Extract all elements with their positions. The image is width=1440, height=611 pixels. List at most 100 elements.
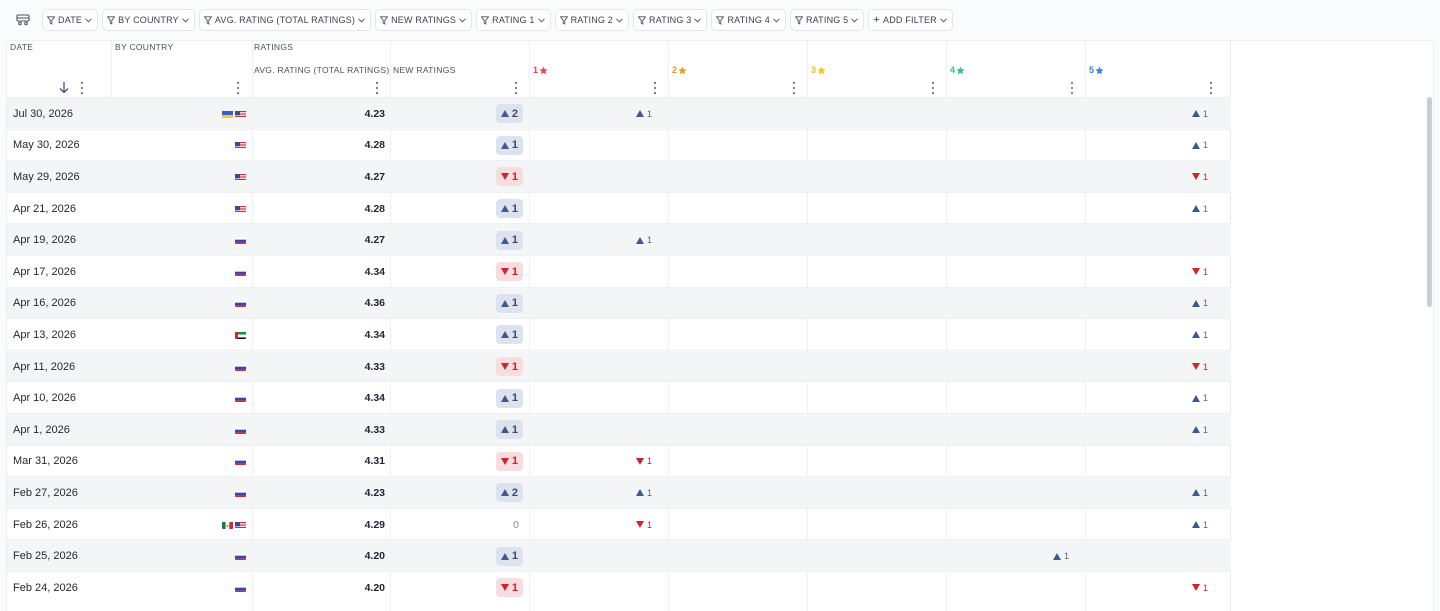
rating-4-cell bbox=[947, 224, 1077, 256]
flag-ru-icon bbox=[235, 363, 246, 371]
rating-2-cell bbox=[669, 256, 799, 288]
rating-5-cell: 1 bbox=[1086, 477, 1216, 509]
table-row[interactable]: Apr 10, 2026 4.34 1 1 bbox=[7, 381, 1231, 413]
table-row[interactable]: Apr 21, 2026 4.28 1 1 bbox=[7, 191, 1231, 225]
date-column-menu-icon[interactable] bbox=[80, 82, 84, 94]
new-ratings-cell: 1 bbox=[391, 572, 523, 604]
new-ratings-badge: 1 bbox=[495, 199, 523, 219]
table-row[interactable]: Apr 1, 2026 4.33 1 1 bbox=[7, 413, 1231, 445]
column-group-ratings: RATINGS bbox=[254, 42, 294, 52]
flag-ae-icon bbox=[235, 331, 246, 339]
column-header-rating-1[interactable]: 1 bbox=[533, 63, 548, 77]
rating-1-cell: 1 bbox=[530, 477, 660, 509]
rating-1-column-menu-icon[interactable] bbox=[653, 82, 657, 94]
avg-rating-cell: 4.28 bbox=[364, 202, 385, 215]
table-row[interactable]: Jul 30, 2026 4.23 2 1 1 bbox=[7, 97, 1231, 129]
table-row[interactable]: Apr 17, 2026 4.34 1 1 bbox=[7, 255, 1231, 287]
filter-chip[interactable]: RATING 2 bbox=[554, 9, 630, 31]
country-column-menu-icon[interactable] bbox=[236, 82, 240, 94]
filter-chip[interactable]: AVG. RATING (TOTAL RATINGS) bbox=[198, 9, 372, 31]
filter-chip[interactable]: NEW RATINGS bbox=[375, 9, 473, 31]
rating-1-cell bbox=[530, 256, 660, 288]
country-flags-cell bbox=[167, 477, 246, 509]
rating-5-cell: 1 bbox=[1086, 319, 1216, 351]
new-ratings-cell: 1 bbox=[391, 193, 523, 225]
avg-rating-column-menu-icon[interactable] bbox=[375, 82, 379, 94]
column-header-avg-rating[interactable]: AVG. RATING (TOTAL RATINGS) bbox=[254, 63, 389, 77]
new-ratings-badge: 1 bbox=[495, 230, 523, 250]
rating-4-column-menu-icon[interactable] bbox=[1070, 82, 1074, 94]
rating-2-column-menu-icon[interactable] bbox=[792, 82, 796, 94]
column-header-by-country[interactable]: BY COUNTRY bbox=[115, 41, 173, 53]
triangle-down-icon bbox=[1191, 584, 1200, 592]
add-filter-button[interactable]: + ADD FILTER bbox=[868, 9, 953, 31]
avg-rating-cell: 4.33 bbox=[364, 423, 385, 436]
flag-us-icon bbox=[235, 205, 246, 213]
flag-us-icon bbox=[235, 173, 246, 181]
filter-chip[interactable]: BY COUNTRY bbox=[102, 9, 195, 31]
rating-3-column-menu-icon[interactable] bbox=[931, 82, 935, 94]
triangle-up-icon bbox=[500, 331, 509, 339]
filter-chip[interactable]: RATING 1 bbox=[476, 9, 551, 31]
table-row[interactable]: Mar 31, 2026 4.31 1 1 bbox=[7, 444, 1231, 477]
rating-3-cell bbox=[808, 477, 938, 509]
star-rating-label: 1 bbox=[533, 65, 539, 75]
triangle-down-icon bbox=[500, 363, 509, 371]
scrollbar-thumb[interactable] bbox=[1427, 97, 1432, 307]
rating-change: 1 bbox=[1191, 583, 1216, 593]
star-icon bbox=[1095, 65, 1104, 74]
new-ratings-value: 1 bbox=[511, 328, 518, 341]
flag-ru-icon bbox=[235, 457, 246, 466]
rating-3-cell bbox=[808, 319, 938, 351]
column-header-rating-3[interactable]: 3 bbox=[811, 63, 826, 77]
country-flags-cell bbox=[167, 193, 246, 225]
table-row[interactable]: May 30, 2026 4.28 1 1 bbox=[7, 128, 1231, 162]
rating-5-cell: 1 bbox=[1086, 572, 1216, 604]
rating-4-cell bbox=[947, 414, 1077, 446]
filter-chip[interactable]: RATING 4 bbox=[711, 9, 786, 31]
rating-1-cell: 1 bbox=[530, 98, 660, 130]
date-cell: Apr 17, 2026 bbox=[13, 265, 76, 278]
star-icon bbox=[678, 65, 687, 74]
column-header-rating-5[interactable]: 5 bbox=[1089, 63, 1104, 77]
rating-5-cell: 1 bbox=[1086, 130, 1216, 162]
new-ratings-cell: 1 bbox=[391, 351, 523, 383]
table-row[interactable]: Feb 25, 2026 4.20 1 1 bbox=[7, 539, 1231, 571]
star-rating-label: 4 bbox=[950, 65, 956, 75]
table-row[interactable]: Apr 16, 2026 4.36 1 1 bbox=[7, 286, 1231, 319]
column-header-new-ratings[interactable]: NEW RATINGS bbox=[393, 63, 456, 77]
column-header-rating-4[interactable]: 4 bbox=[950, 63, 965, 77]
new-ratings-column-menu-icon[interactable] bbox=[514, 82, 518, 94]
table-settings-icon[interactable] bbox=[12, 9, 34, 31]
vertical-scrollbar[interactable] bbox=[1427, 97, 1433, 607]
rating-2-cell bbox=[669, 477, 799, 509]
rating-5-cell: 1 bbox=[1086, 161, 1216, 193]
table-row[interactable]: Apr 19, 2026 4.27 1 1 bbox=[7, 223, 1231, 255]
table-row[interactable]: Apr 13, 2026 4.34 1 1 bbox=[7, 318, 1231, 350]
table-row[interactable]: Feb 26, 2026 4.29 0 1 1 bbox=[7, 507, 1231, 541]
rating-5-cell bbox=[1086, 224, 1216, 256]
column-header-date[interactable]: DATE bbox=[10, 41, 33, 53]
rating-3-cell bbox=[808, 382, 938, 414]
table-row[interactable]: Feb 27, 2026 4.23 2 1 1 bbox=[7, 476, 1231, 508]
new-ratings-value: 1 bbox=[511, 234, 518, 247]
rating-3-cell bbox=[808, 224, 938, 256]
date-cell: Feb 27, 2026 bbox=[13, 486, 78, 499]
sort-descending-icon[interactable] bbox=[59, 81, 69, 94]
rating-5-cell: 1 bbox=[1086, 256, 1216, 288]
table-row[interactable]: Feb 24, 2026 4.20 1 1 bbox=[7, 571, 1231, 603]
country-flags-cell bbox=[167, 509, 246, 541]
filter-chip[interactable]: RATING 5 bbox=[789, 9, 865, 31]
table-row[interactable]: May 29, 2026 4.27 1 1 bbox=[7, 160, 1231, 192]
triangle-up-icon bbox=[1191, 110, 1200, 118]
new-ratings-cell: 1 bbox=[391, 540, 523, 572]
filter-chip[interactable]: RATING 3 bbox=[633, 9, 708, 31]
rating-2-cell bbox=[669, 161, 799, 193]
date-cell: Apr 13, 2026 bbox=[13, 328, 76, 341]
country-flags-cell bbox=[167, 540, 246, 572]
table-row[interactable]: Apr 11, 2026 4.33 1 1 bbox=[7, 349, 1231, 383]
rating-change-value: 1 bbox=[1202, 203, 1208, 214]
column-header-rating-2[interactable]: 2 bbox=[672, 63, 687, 77]
rating-5-column-menu-icon[interactable] bbox=[1209, 82, 1213, 94]
filter-chip[interactable]: DATE bbox=[42, 9, 99, 31]
